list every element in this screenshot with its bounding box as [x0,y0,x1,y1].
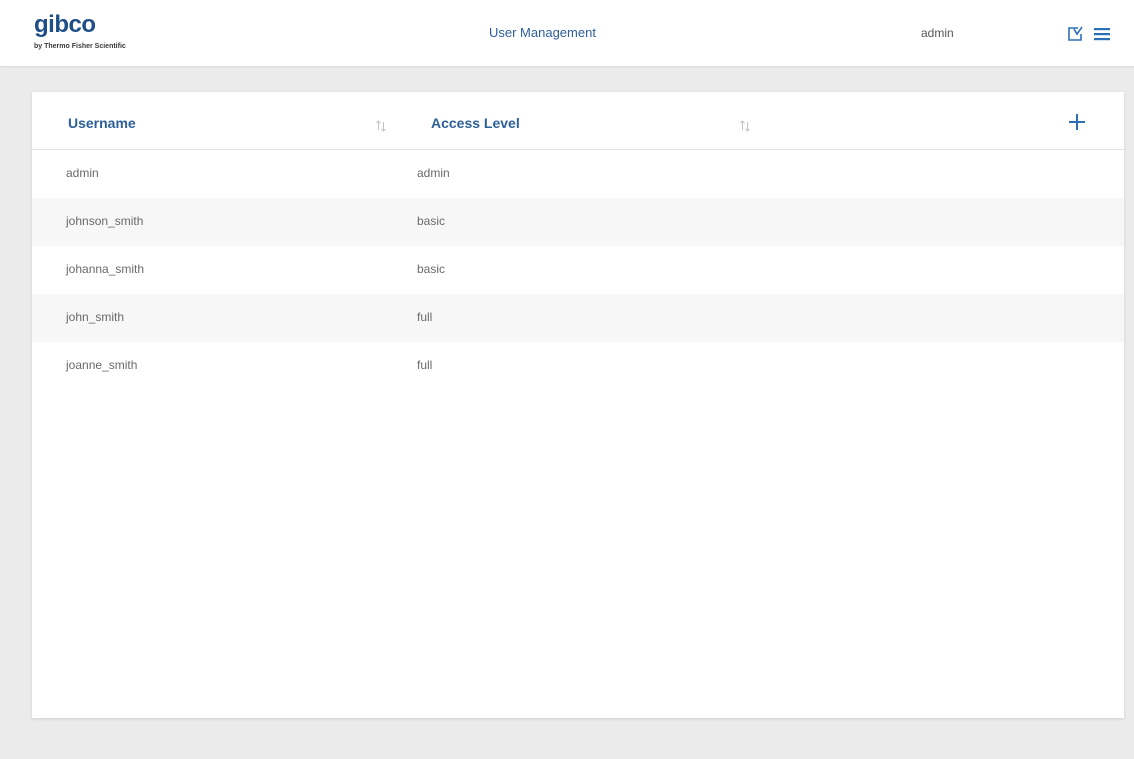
table-row[interactable]: johanna_smith basic [32,246,1124,294]
table-row[interactable]: john_smith full [32,294,1124,342]
column-header-username[interactable]: Username [68,115,136,132]
sort-arrows-icon[interactable] [739,119,751,132]
hamburger-menu-icon[interactable] [1093,25,1111,43]
username-cell: john_smith [66,310,125,324]
top-bar: gibco by Thermo Fisher Scientific User M… [0,0,1134,66]
table-row[interactable]: joanne_smith full [32,342,1124,390]
access-level-cell: full [417,310,433,324]
access-level-cell: basic [417,214,446,228]
table-row[interactable]: johnson_smith basic [32,198,1124,246]
page-title: User Management [489,25,596,40]
username-cell: joanne_smith [66,358,138,372]
add-user-button[interactable] [1067,112,1087,132]
table-row[interactable]: admin admin [32,150,1124,198]
current-user-label[interactable]: admin [921,26,954,41]
access-level-cell: admin [417,166,450,180]
access-level-cell: full [417,358,433,372]
gibco-logo[interactable]: gibco by Thermo Fisher Scientific [34,11,174,57]
username-cell: admin [66,166,99,180]
username-cell: johnson_smith [66,214,144,228]
column-header-access-level[interactable]: Access Level [431,115,520,132]
username-cell: johanna_smith [66,262,145,276]
access-level-cell: basic [417,262,446,276]
users-table-panel: Username Access Level admin admin johnso… [32,92,1124,718]
plus-icon [1069,114,1085,130]
table-header: Username Access Level [32,92,1124,150]
logout-icon[interactable] [1066,25,1084,43]
logo-wordmark: gibco [34,11,96,38]
logo-subtext: by Thermo Fisher Scientific [34,43,126,50]
sort-arrows-icon[interactable] [375,119,387,132]
